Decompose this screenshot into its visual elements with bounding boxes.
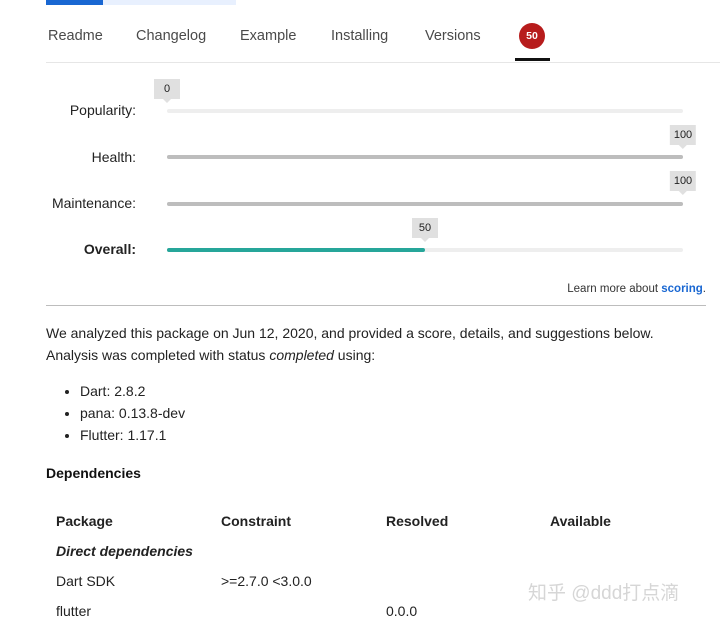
overall-label: Overall: — [83, 241, 136, 257]
learn-more-text: Learn more about scoring. — [567, 283, 706, 295]
health-label: Health: — [91, 149, 136, 165]
scoring-link[interactable]: scoring — [661, 283, 703, 295]
column-header-package: Package — [56, 513, 113, 529]
maintenance-value: 100 — [669, 171, 697, 195]
tab-score[interactable]: 50 — [515, 18, 550, 61]
analysis-status: completed — [269, 347, 334, 363]
overall-bar — [167, 248, 683, 252]
tab-changelog[interactable]: Changelog — [136, 28, 206, 44]
list-item: pana: 0.13.8-dev — [80, 402, 185, 424]
group-label-direct: Direct dependencies — [56, 543, 193, 559]
list-item: Flutter: 1.17.1 — [80, 424, 185, 446]
health-bar-fill — [167, 155, 683, 159]
column-header-resolved: Resolved — [386, 513, 449, 529]
watermark: 知乎 @ddd打点滴 — [528, 583, 680, 604]
learn-more-prefix: Learn more about — [567, 283, 662, 295]
package-tabs: Readme Changelog Example Installing Vers… — [46, 18, 720, 63]
column-header-constraint: Constraint — [221, 513, 291, 529]
tab-example[interactable]: Example — [240, 28, 296, 44]
learn-more-suffix: . — [702, 283, 706, 295]
section-divider — [46, 305, 706, 306]
top-accent-bar-light — [103, 0, 236, 5]
active-tab-underline — [515, 58, 550, 61]
overall-bar-fill — [167, 248, 425, 252]
tab-versions[interactable]: Versions — [425, 28, 481, 44]
score-badge: 50 — [519, 23, 545, 49]
tab-installing[interactable]: Installing — [331, 28, 388, 44]
tab-readme[interactable]: Readme — [48, 28, 103, 44]
health-bar — [167, 155, 683, 159]
analysis-paragraph: We analyzed this package on Jun 12, 2020… — [46, 322, 706, 366]
dependencies-heading: Dependencies — [46, 465, 141, 481]
popularity-label: Popularity: — [69, 102, 136, 118]
tool-versions-list: Dart: 2.8.2 pana: 0.13.8-dev Flutter: 1.… — [62, 380, 185, 446]
dep-package-name[interactable]: Dart SDK — [56, 573, 115, 589]
dep-resolved: 0.0.0 — [386, 603, 418, 619]
top-accent-bar — [46, 0, 103, 5]
dep-constraint: >=2.7.0 <3.0.0 — [221, 573, 312, 589]
maintenance-label: Maintenance: — [51, 195, 136, 211]
column-header-available: Available — [550, 513, 611, 529]
health-value: 100 — [669, 125, 697, 149]
popularity-value: 0 — [154, 79, 180, 103]
overall-value: 50 — [412, 218, 438, 242]
popularity-bar — [167, 109, 683, 113]
list-item: Dart: 2.8.2 — [80, 380, 185, 402]
maintenance-bar — [167, 202, 683, 206]
maintenance-bar-fill — [167, 202, 683, 206]
dep-package-name[interactable]: flutter — [56, 603, 91, 619]
analysis-text-end: using: — [333, 347, 376, 363]
package-score-page: Readme Changelog Example Installing Vers… — [0, 0, 720, 620]
